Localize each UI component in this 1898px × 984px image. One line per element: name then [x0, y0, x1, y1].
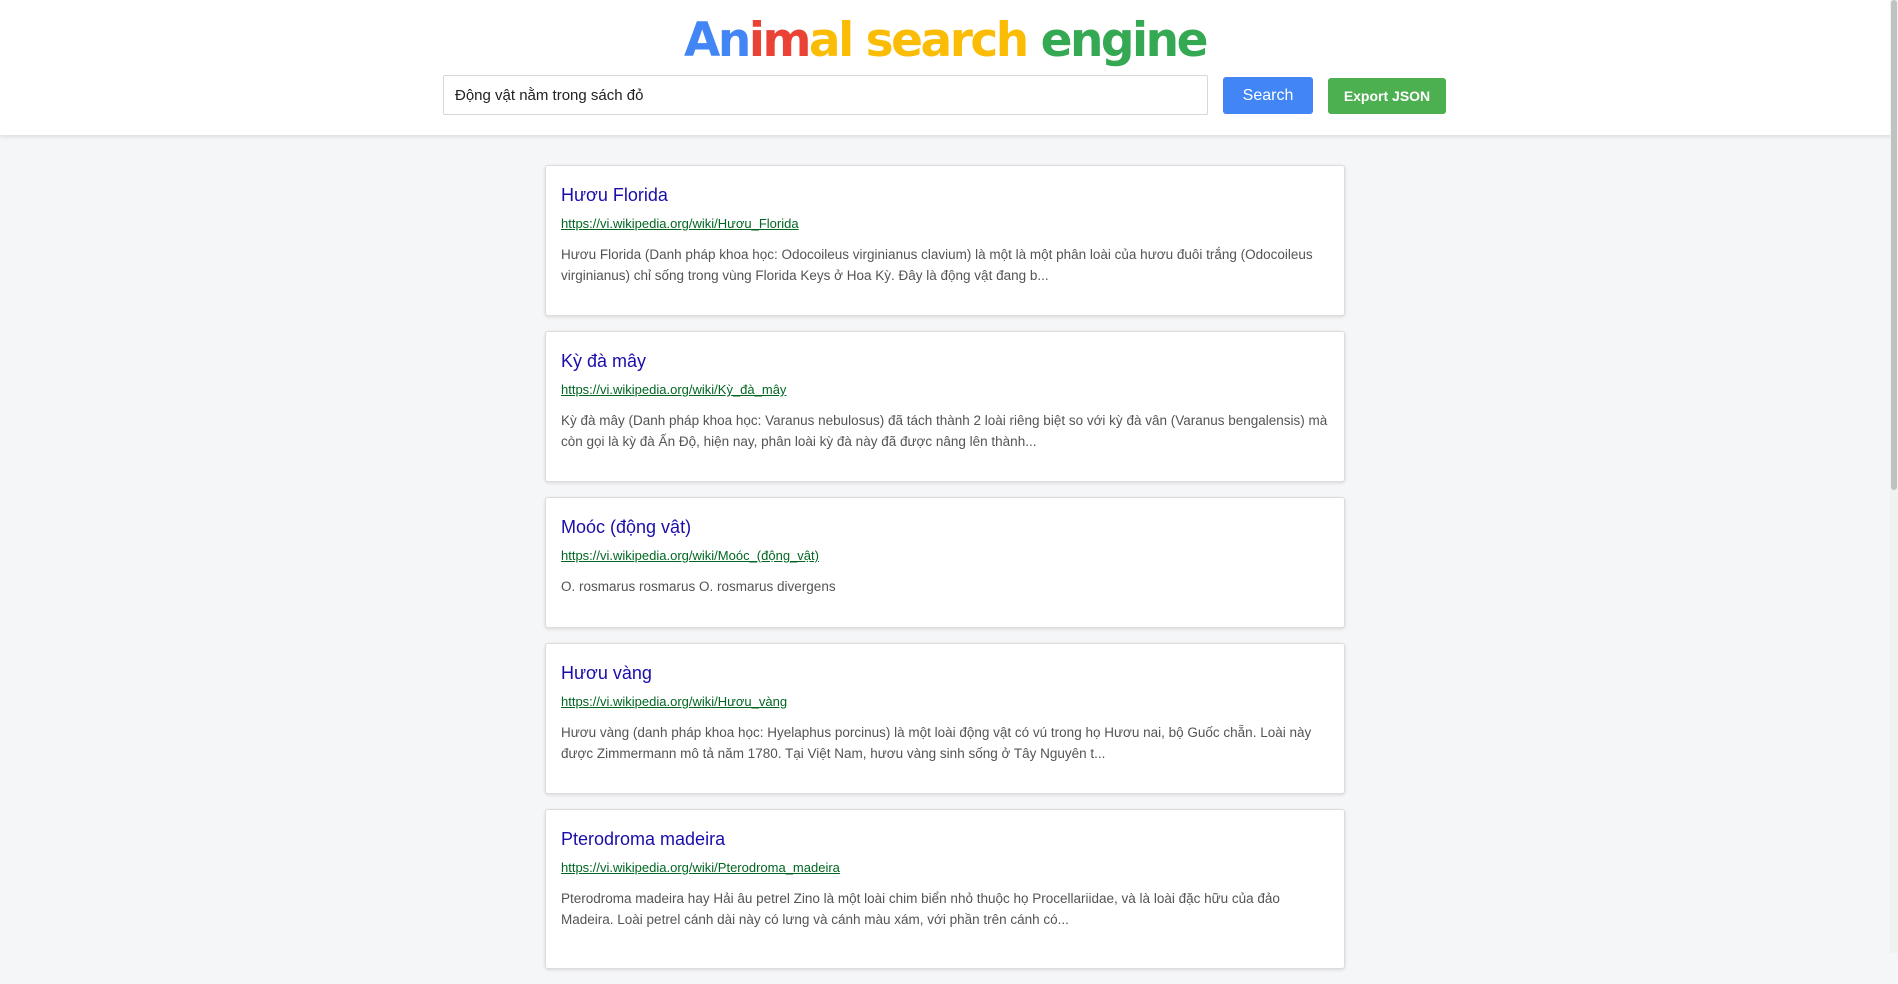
logo-segment: search	[865, 13, 1030, 68]
result-snippet: Hươu Florida (Danh pháp khoa học: Odocoi…	[561, 247, 1313, 283]
result-snippet: Pterodroma madeira hay Hải âu petrel Zin…	[561, 891, 1280, 927]
scrollbar-thumb[interactable]	[1891, 0, 1897, 490]
result-url-link[interactable]: https://vi.wikipedia.org/wiki/Pterodroma…	[561, 860, 1329, 876]
export-json-button[interactable]: Export JSON	[1328, 78, 1446, 114]
result-snippet: O. rosmarus rosmarus O. rosmarus diverge…	[561, 579, 836, 594]
result-card: Moóc (động vật) https://vi.wikipedia.org…	[545, 497, 1345, 628]
logo-segment	[1027, 13, 1041, 68]
result-title-link[interactable]: Hươu vàng	[561, 662, 1329, 684]
logo-segment: im	[748, 13, 812, 68]
result-card: Hươu Florida https://vi.wikipedia.org/wi…	[545, 165, 1345, 316]
result-title-link[interactable]: Moóc (động vật)	[561, 516, 1329, 538]
result-snippet: Kỳ đà mây (Danh pháp khoa học: Varanus n…	[561, 413, 1328, 449]
result-card: Kỳ đà mây https://vi.wikipedia.org/wiki/…	[545, 331, 1345, 482]
logo-segment	[852, 13, 866, 68]
result-url-link[interactable]: https://vi.wikipedia.org/wiki/Hươu_Flori…	[561, 216, 1329, 232]
result-title-link[interactable]: Kỳ đà mây	[561, 350, 1329, 372]
app-logo: Animal search engine	[0, 10, 1890, 72]
logo-segment: engine	[1040, 13, 1209, 68]
result-url-link[interactable]: https://vi.wikipedia.org/wiki/Kỳ_đà_mây	[561, 382, 1329, 398]
search-button[interactable]: Search	[1223, 77, 1313, 114]
result-title-link[interactable]: Hươu Florida	[561, 184, 1329, 206]
result-card: Pterodroma madeira https://vi.wikipedia.…	[545, 809, 1345, 969]
results-list: Hươu Florida https://vi.wikipedia.org/wi…	[545, 165, 1345, 984]
result-url-link[interactable]: https://vi.wikipedia.org/wiki/Hươu_vàng	[561, 694, 1329, 710]
search-input[interactable]	[443, 75, 1208, 115]
page-scrollbar[interactable]	[1890, 0, 1898, 953]
logo-segment: An	[683, 13, 751, 68]
result-snippet: Hươu vàng (danh pháp khoa học: Hyelaphus…	[561, 725, 1312, 761]
header: Animal search engine Search Export JSON	[0, 0, 1898, 135]
result-url-link[interactable]: https://vi.wikipedia.org/wiki/Moóc_(động…	[561, 548, 1329, 564]
logo-segment: al	[808, 13, 854, 68]
result-title-link[interactable]: Pterodroma madeira	[561, 828, 1329, 850]
result-card: Hươu vàng https://vi.wikipedia.org/wiki/…	[545, 643, 1345, 794]
